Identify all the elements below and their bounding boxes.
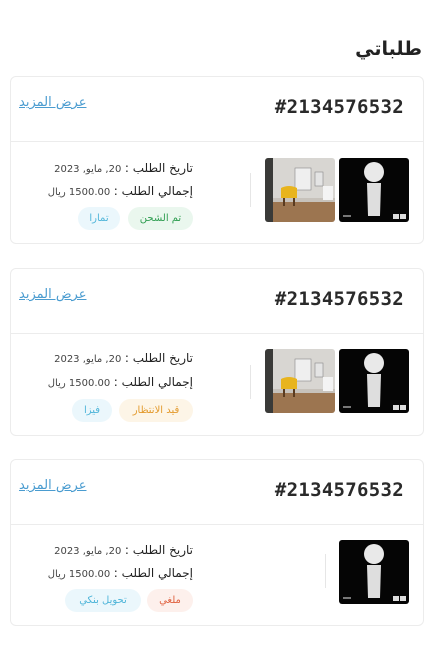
lamp-product-image[interactable] [339,349,409,413]
payment-badge: فيزا [72,399,112,422]
order-total-label: إجمالي الطلب : [113,184,193,198]
card-divider [11,333,423,334]
order-card[interactable]: #2134576532 عرض المزيد تاريخ الطلب : 20,… [10,459,424,626]
room-chair-photo [265,349,335,413]
room-chair-image[interactable] [265,158,335,222]
vertical-divider [250,173,251,207]
order-card-header: #2134576532 عرض المزيد [11,460,423,524]
lamp-product-image[interactable] [339,540,409,604]
lamp-product-icon [339,540,409,604]
view-more-link[interactable]: عرض المزيد [19,95,86,110]
order-card[interactable]: #2134576532 عرض المزيد تاريخ الطلب: 20,… [10,76,424,244]
order-date-value: 20, مايو, 2023 [54,354,122,365]
lamp-product-image[interactable] [339,158,409,222]
view-more-link[interactable]: عرض المزيد [19,478,86,493]
payment-badge: تحويل بنكي [65,589,141,612]
room-chair-image[interactable] [265,349,335,413]
order-number: #2134576532 [274,288,404,310]
payment-badge: تمارا [78,207,120,230]
lamp-product-icon [339,349,409,413]
vertical-divider [325,554,326,588]
status-badge: تم الشحن [128,207,193,230]
order-date: تاريخ الطلب : 20, مايو, 2023 [54,543,193,557]
status-badge: ملغي [147,589,193,612]
order-date-value: 20, مايو, 2023 [54,164,122,175]
order-total-label: إجمالي الطلب : [113,375,193,389]
room-chair-photo [265,158,335,222]
order-total-label: إجمالي الطلب : [113,566,193,580]
order-card-header: #2134576532 عرض المزيد [11,269,423,333]
order-card-header: #2134576532 عرض المزيد [11,77,423,141]
order-number: #2134576532 [274,479,404,501]
order-date-label: تاريخ الطلب : [124,351,193,365]
vertical-divider [250,365,251,399]
order-number: #2134576532 [274,96,404,118]
card-divider [11,141,423,142]
order-total: إجمالي الطلب : 1500.00 ريال [48,184,193,198]
status-badge: قيد الانتظار [119,399,193,422]
order-total-value: 1500.00 ريال [47,569,111,580]
order-date: تاريخ الطلب : 20, مايو, 2023 [54,351,193,365]
order-date-value: 20, مايو, 2023 [54,546,122,557]
order-card[interactable]: #2134576532 عرض المزيد تاريخ الطلب: 20,… [10,268,424,436]
order-total: إجمالي الطلب : 1500.00 ريال [48,566,193,580]
order-total-value: 1500.00 ريال [47,378,111,389]
card-divider [11,524,423,525]
order-date-label: تاريخ الطلب : [124,543,193,557]
order-date-label: تاريخ الطلب : [124,161,193,175]
lamp-product-icon [339,158,409,222]
order-total: إجمالي الطلب : 1500.00 ريال [48,375,193,389]
order-total-value: 1500.00 ريال [47,187,111,198]
page-title: طلباتي [355,38,422,60]
view-more-link[interactable]: عرض المزيد [19,287,86,302]
order-date: تاريخ الطلب : 20, مايو, 2023 [54,161,193,175]
